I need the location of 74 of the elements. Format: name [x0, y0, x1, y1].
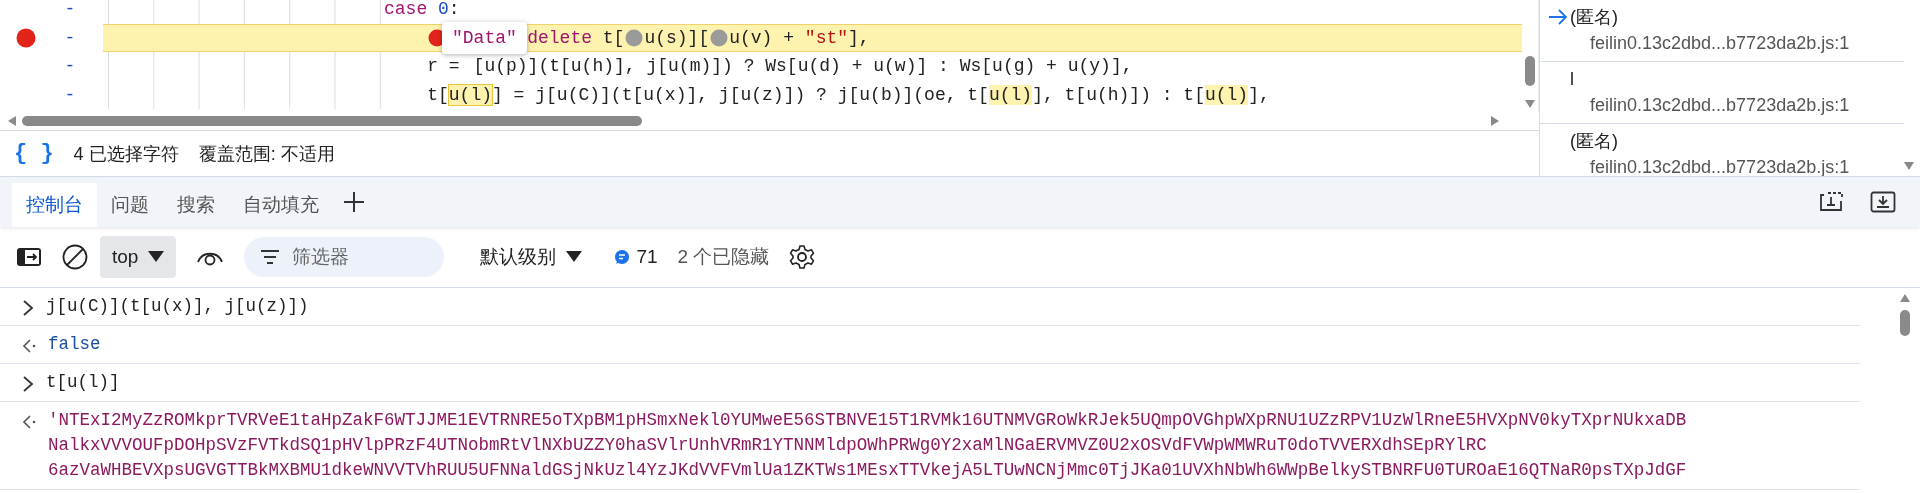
code-token: t[ [427, 84, 449, 105]
code-token: delete [527, 27, 592, 48]
input-prompt-icon [22, 300, 34, 316]
drawer-tab[interactable]: 问题 [97, 183, 163, 227]
line-number: - [63, 84, 77, 105]
caret-icon [148, 251, 165, 263]
drawer-tab[interactable]: 自动填充 [229, 183, 333, 227]
console-input-text: t[u(l)] [46, 371, 120, 394]
messages-count-button[interactable]: 71 [608, 245, 664, 269]
console-output-text: NalkxVVVOUFpDOHpSVzFVTkdSQ1pHVlpPRzF4UTNobmRtVlNXbUZZY0haSVlrUnhVRmR1YTNNMldpOWhPRWg0Y2xaMlNGaERVMVZ0U2xOSVdFVWpWMWRuT0doTVVERXdhSEpRYlRC [48, 434, 1488, 457]
call-frame[interactable]: (匿名) feilin0.13c2dbd...b7723da2b.js:1 [1540, 0, 1904, 62]
plus-icon[interactable] [343, 191, 365, 213]
console-output-text: false [48, 333, 101, 356]
context-dropdown[interactable]: top [100, 236, 177, 278]
code-token: case [384, 0, 428, 20]
function-name: (匿名) [1570, 130, 1618, 153]
code-token: ], t[u(h)]) : t[ [1032, 84, 1205, 105]
selection-info: 4 已选择字符 [73, 142, 179, 166]
function-name: (匿名) [1570, 6, 1618, 29]
log-level-dropdown[interactable]: 默认级别 [474, 243, 589, 271]
filter-icon [260, 249, 281, 265]
console-output-text: 'NTExI2MyZzROMkprTVRVeE1taHpZakF6WTJJME1EVTRNRE5oTXpBM1pHSmxNekl0YUMweE56STBNVE15T1RVMk16UTNMVGRoWkRJek5UQmpOVGhpWXpRNU1UZzRPV1UzWlRneE5HVXpNV0kyTXprNUkxaDB [48, 409, 1687, 432]
match-highlight: u(l) [1204, 84, 1249, 105]
source-location: feilin0.13c2dbd...b7723da2b.js:1 [1589, 32, 1851, 55]
caret-icon [566, 251, 583, 263]
code-token: ], [848, 27, 870, 48]
code-token: "st" [804, 27, 849, 48]
selected-code: u(l) [448, 84, 492, 105]
code-token: 0 [438, 0, 449, 20]
result-arrow-icon [22, 338, 36, 354]
console-output-text: 6azVaWHBEVXpsUGVGTTBkMXBMU1dkeWNVVTVhRUU5UFNNaldGSjNkUzl4YzJKdVVFVmlUa1ZKTWs1MEsxTTVkejA5LTUwNCNjMmc0TjJKa01UVXhNbWh6WWpBelkySTBNRFU0TUROaE16QTNaR0psTXpJdGF [48, 459, 1687, 482]
pretty-print-button[interactable]: { } [14, 141, 54, 166]
code-token: ] = j[u(C)](t[u(x)], j[u(z)]) ? j[u(b)](oe, t[ [492, 84, 989, 105]
value-tooltip: "Data" [442, 22, 527, 54]
clear-console-icon[interactable] [62, 244, 88, 270]
collapse-panel-icon[interactable] [1870, 191, 1896, 213]
call-frame[interactable]: l feilin0.13c2dbd...b7723da2b.js:1 [1540, 62, 1904, 124]
dock-icon[interactable] [1818, 191, 1844, 213]
drawer-tab[interactable]: 控制台 [12, 183, 97, 227]
code-token: ], [1248, 84, 1270, 105]
breakpoint-icon[interactable] [16, 27, 36, 48]
drawer-tab[interactable]: 搜索 [163, 183, 229, 227]
code-token: u(v) + [729, 27, 796, 48]
code-token: [u(p)](t[u(h)], j[u(m)]) ? Ws[u(d) + u(w)] : Ws[u(g) + u(y)], [473, 56, 1133, 77]
inline-marker-icon[interactable] [710, 28, 729, 47]
result-arrow-icon [22, 414, 36, 430]
code-token: r = [427, 56, 460, 77]
message-icon [614, 249, 631, 265]
coverage-info: 覆盖范围: 不适用 [198, 142, 335, 166]
line-number: - [63, 27, 77, 48]
settings-icon[interactable] [789, 244, 816, 270]
code-token: : [448, 0, 460, 20]
line-number: - [63, 0, 77, 20]
scroll-left-icon[interactable] [8, 116, 16, 126]
sidebar-toggle-icon[interactable] [16, 247, 42, 267]
scroll-down-icon[interactable] [1904, 162, 1914, 170]
scrollbar-thumb[interactable] [1525, 56, 1535, 86]
code-token: u(s)][ [644, 27, 710, 48]
console-input-text: j[u(C)](t[u(x)], j[u(z)]) [46, 295, 309, 318]
filter-field[interactable]: 筛选器 [244, 237, 445, 277]
source-location: feilin0.13c2dbd...b7723da2b.js:1 [1589, 94, 1851, 117]
scroll-down-icon[interactable] [1525, 100, 1535, 108]
source-location: feilin0.13c2dbd...b7723da2b.js:1 [1589, 156, 1851, 176]
inline-marker-icon[interactable] [625, 28, 644, 47]
function-name: l [1570, 68, 1574, 90]
scrollbar-thumb[interactable] [1900, 310, 1910, 336]
input-prompt-icon [22, 376, 34, 392]
scroll-right-icon[interactable] [1491, 116, 1499, 126]
match-highlight: u(l) [988, 84, 1033, 105]
line-number: - [63, 56, 77, 77]
scroll-up-icon[interactable] [1900, 294, 1910, 302]
scrollbar-thumb[interactable] [22, 116, 642, 126]
hidden-count: 2 个已隐藏 [677, 245, 770, 269]
code-token: t[ [601, 27, 625, 48]
